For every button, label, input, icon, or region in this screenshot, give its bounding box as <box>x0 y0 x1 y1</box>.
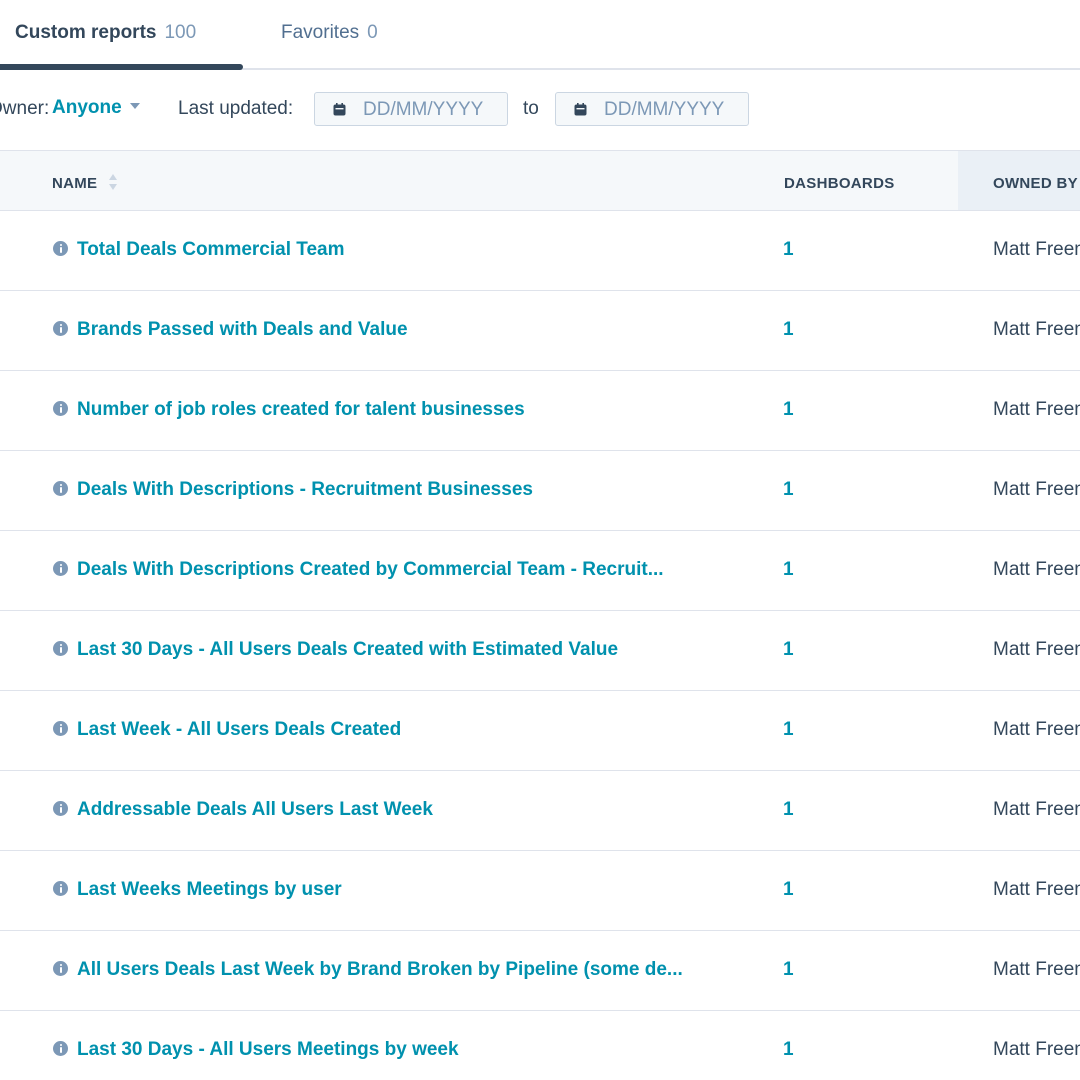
report-owner: Matt Freeman <box>993 959 1080 980</box>
date-from-placeholder: DD/MM/YYYY <box>363 99 484 120</box>
report-owner: Matt Freeman <box>993 719 1080 740</box>
info-icon[interactable] <box>53 881 68 896</box>
report-owner: Matt Freeman <box>993 319 1080 340</box>
report-name-link[interactable]: Deals With Descriptions - Recruitment Bu… <box>77 479 533 501</box>
date-to-placeholder: DD/MM/YYYY <box>604 99 725 120</box>
report-owner: Matt Freeman <box>993 1039 1080 1060</box>
dashboards-count-link[interactable]: 1 <box>783 239 794 261</box>
dashboards-count-link[interactable]: 1 <box>783 479 794 501</box>
owner-filter-value: Anyone <box>52 97 122 118</box>
calendar-icon <box>333 103 346 116</box>
report-name-link[interactable]: Last 30 Days - All Users Meetings by wee… <box>77 1039 459 1061</box>
report-name-link[interactable]: All Users Deals Last Week by Brand Broke… <box>77 959 683 981</box>
info-icon[interactable] <box>53 961 68 976</box>
dashboards-count-link[interactable]: 1 <box>783 639 794 661</box>
date-to-input[interactable]: DD/MM/YYYY <box>555 92 749 126</box>
tab-favorites-count: 0 <box>367 22 378 43</box>
report-name-link[interactable]: Last Week - All Users Deals Created <box>77 719 401 741</box>
owner-filter-label: Owner: <box>0 98 50 119</box>
report-name-link[interactable]: Deals With Descriptions Created by Comme… <box>77 559 664 581</box>
tab-custom-reports-label: Custom reports <box>15 22 157 43</box>
report-owner: Matt Freeman <box>993 399 1080 420</box>
report-name-link[interactable]: Last 30 Days - All Users Deals Created w… <box>77 639 618 661</box>
info-icon[interactable] <box>53 721 68 736</box>
caret-down-icon <box>129 102 140 109</box>
dashboards-count-link[interactable]: 1 <box>783 719 794 741</box>
info-icon[interactable] <box>53 801 68 816</box>
info-icon[interactable] <box>53 481 68 496</box>
info-icon[interactable] <box>53 561 68 576</box>
dashboards-count-link[interactable]: 1 <box>783 959 794 981</box>
dashboards-count-link[interactable]: 1 <box>783 879 794 901</box>
report-name-link[interactable]: Brands Passed with Deals and Value <box>77 319 408 341</box>
report-owner: Matt Freeman <box>993 879 1080 900</box>
table-row: Last 30 Days - All Users Deals Created w… <box>0 611 1080 691</box>
report-name-link[interactable]: Total Deals Commercial Team <box>77 239 345 261</box>
dashboards-count-link[interactable]: 1 <box>783 319 794 341</box>
report-owner: Matt Freeman <box>993 239 1080 260</box>
table-row: Brands Passed with Deals and Value 1 Mat… <box>0 291 1080 371</box>
table-row: Deals With Descriptions - Recruitment Bu… <box>0 451 1080 531</box>
active-tab-indicator <box>0 64 243 70</box>
table-row: All Users Deals Last Week by Brand Broke… <box>0 931 1080 1011</box>
table-header: NAME DASHBOARDS OWNED BY <box>0 150 1080 211</box>
last-updated-label: Last updated: <box>178 98 294 119</box>
table-row: Last Week - All Users Deals Created 1 Ma… <box>0 691 1080 771</box>
column-header-name[interactable]: NAME <box>52 175 97 192</box>
tab-favorites-label: Favorites <box>281 22 360 43</box>
calendar-icon <box>574 103 587 116</box>
info-icon[interactable] <box>53 321 68 336</box>
info-icon[interactable] <box>53 1041 68 1056</box>
table-row: Last 30 Days - All Users Meetings by wee… <box>0 1011 1080 1080</box>
report-name-link[interactable]: Last Weeks Meetings by user <box>77 879 342 901</box>
table-row: Number of job roles created for talent b… <box>0 371 1080 451</box>
info-icon[interactable] <box>53 401 68 416</box>
info-icon[interactable] <box>53 241 68 256</box>
owner-filter-dropdown[interactable]: Anyone <box>52 97 140 119</box>
report-owner: Matt Freeman <box>993 479 1080 500</box>
table-row: Last Weeks Meetings by user 1 Matt Freem… <box>0 851 1080 931</box>
tab-custom-reports[interactable]: Custom reports 100 <box>15 22 196 44</box>
column-header-dashboards[interactable]: DASHBOARDS <box>784 175 895 192</box>
report-owner: Matt Freeman <box>993 799 1080 820</box>
tab-custom-reports-count: 100 <box>164 22 197 43</box>
report-owner: Matt Freeman <box>993 559 1080 580</box>
table-row: Total Deals Commercial Team 1 Matt Freem… <box>0 211 1080 291</box>
report-name-link[interactable]: Addressable Deals All Users Last Week <box>77 799 433 821</box>
tab-favorites[interactable]: Favorites 0 <box>281 22 378 44</box>
dashboards-count-link[interactable]: 1 <box>783 399 794 421</box>
report-owner: Matt Freeman <box>993 639 1080 660</box>
info-icon[interactable] <box>53 641 68 656</box>
table-row: Deals With Descriptions Created by Comme… <box>0 531 1080 611</box>
filter-bar: Owner: Anyone Last updated: DD/MM/YYYY t… <box>0 90 1080 130</box>
date-range-to-label: to <box>523 98 539 119</box>
report-tabs: Custom reports 100 Favorites 0 <box>0 0 1080 70</box>
table-row: Addressable Deals All Users Last Week 1 … <box>0 771 1080 851</box>
sort-icon[interactable] <box>108 171 118 193</box>
report-name-link[interactable]: Number of job roles created for talent b… <box>77 399 525 421</box>
date-from-input[interactable]: DD/MM/YYYY <box>314 92 508 126</box>
dashboards-count-link[interactable]: 1 <box>783 1039 794 1061</box>
column-header-owned-by[interactable]: OWNED BY <box>993 175 1078 192</box>
dashboards-count-link[interactable]: 1 <box>783 799 794 821</box>
dashboards-count-link[interactable]: 1 <box>783 559 794 581</box>
